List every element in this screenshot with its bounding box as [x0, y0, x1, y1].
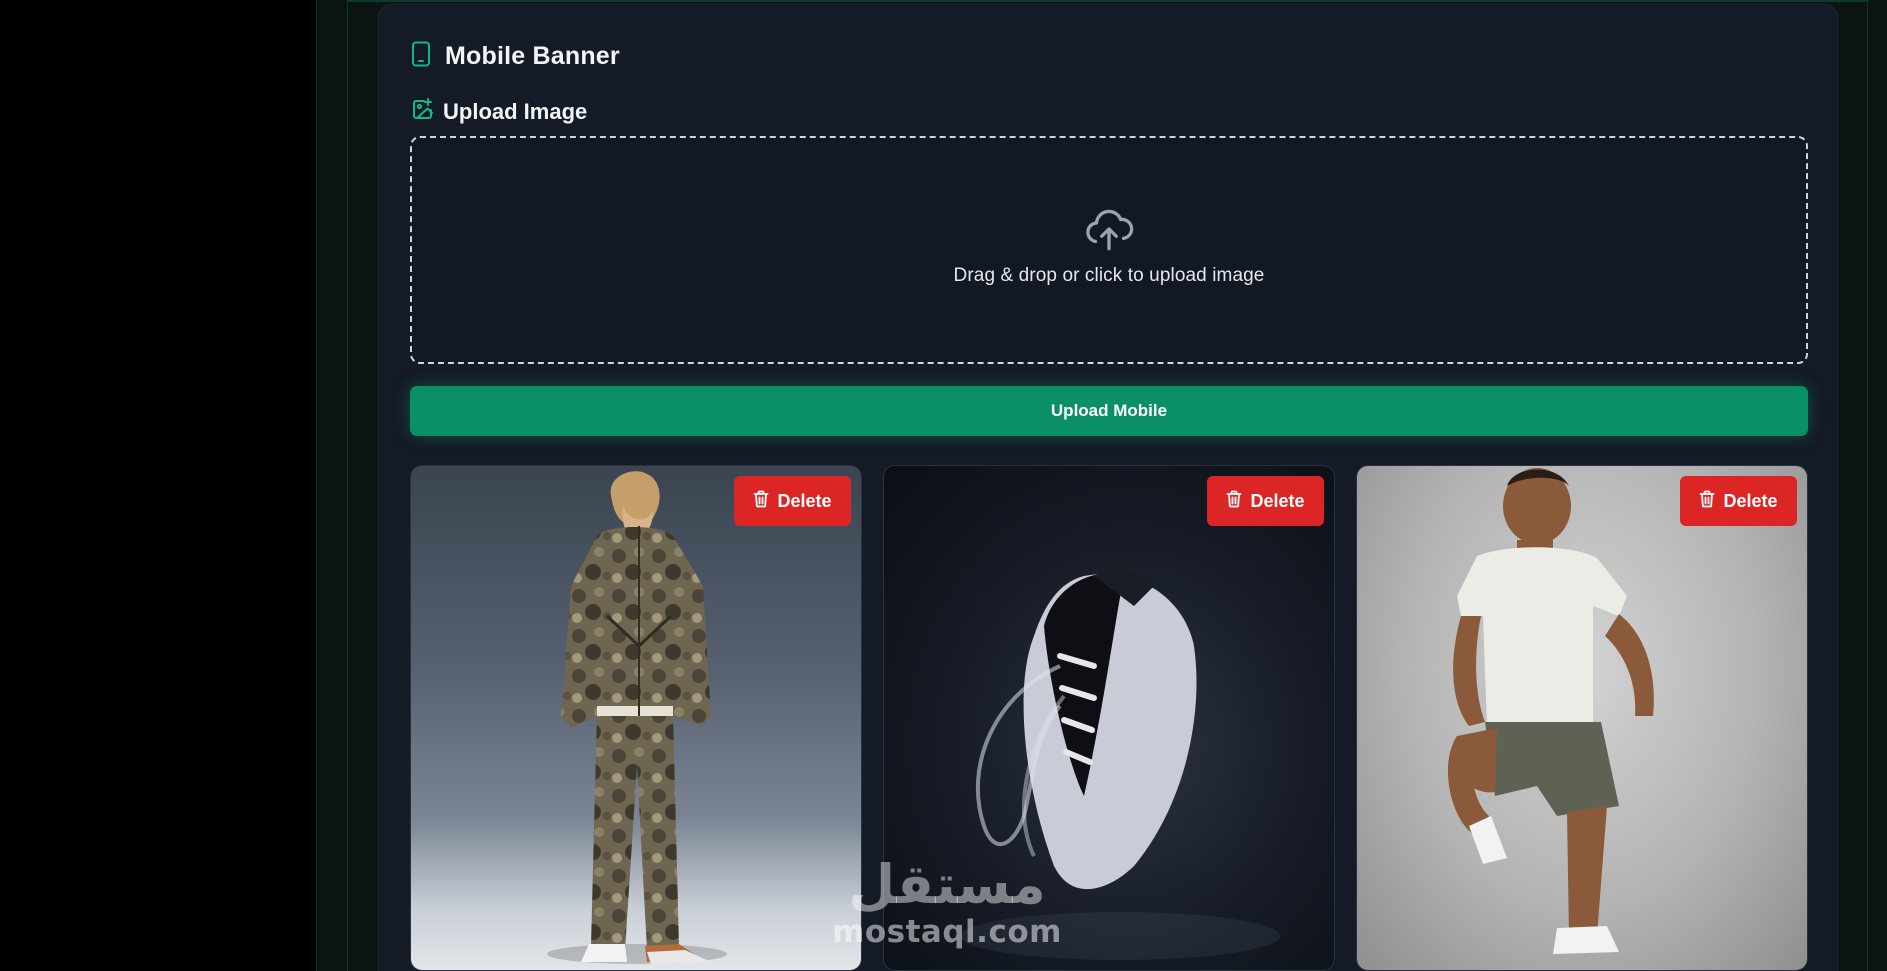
- app-root: Mobile Banner Upload Image Drag & drop o…: [0, 0, 1887, 971]
- upload-mobile-button[interactable]: Upload Mobile: [410, 386, 1808, 436]
- trash-icon: [1699, 490, 1715, 513]
- banner-photo-athlete-running: [1447, 468, 1654, 954]
- image-plus-icon: [411, 97, 435, 126]
- banner-image-grid: Delete Delete Delete: [410, 465, 1808, 971]
- delete-image-button[interactable]: Delete: [734, 476, 851, 526]
- delete-button-label: Delete: [1723, 490, 1778, 511]
- trash-icon: [1226, 490, 1242, 513]
- delete-button-label: Delete: [777, 490, 832, 511]
- mobile-banner-panel: Mobile Banner Upload Image Drag & drop o…: [378, 4, 1838, 971]
- banner-photo-white-sneaker: [960, 570, 1280, 960]
- banner-image-card: Delete: [883, 465, 1335, 971]
- cloud-upload-icon: [1084, 207, 1134, 253]
- banner-photo-camo-tracksuit: [547, 471, 727, 964]
- smartphone-icon: [411, 41, 431, 72]
- image-dropzone[interactable]: Drag & drop or click to upload image: [410, 136, 1808, 364]
- content-border-right: [1867, 0, 1868, 971]
- panel-header: Mobile Banner: [411, 41, 620, 72]
- delete-button-label: Delete: [1250, 490, 1305, 511]
- delete-image-button[interactable]: Delete: [1680, 476, 1797, 526]
- dropzone-text: Drag & drop or click to upload image: [953, 265, 1265, 286]
- banner-image-card: Delete: [1356, 465, 1808, 971]
- panel-title: Mobile Banner: [445, 42, 620, 70]
- trash-icon: [753, 490, 769, 513]
- delete-image-button[interactable]: Delete: [1207, 476, 1324, 526]
- upload-label-row: Upload Image: [411, 97, 587, 126]
- upload-image-label: Upload Image: [443, 98, 588, 124]
- content-border-top: [347, 0, 1868, 2]
- banner-image-card: Delete: [410, 465, 862, 971]
- content-border-left: [347, 0, 348, 971]
